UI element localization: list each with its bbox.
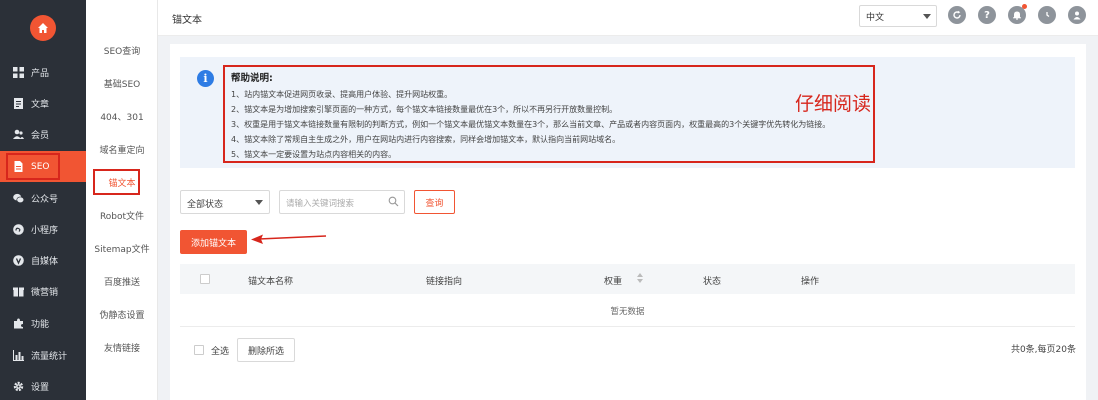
query-button[interactable]: 查询 — [414, 190, 455, 214]
annotation-highlight-box — [93, 169, 140, 195]
user-avatar-icon[interactable] — [1068, 6, 1086, 24]
status-filter-select[interactable]: 全部状态 — [180, 190, 270, 214]
document-icon — [14, 98, 23, 109]
main-sidebar: 产品 文章 会员 SEO 公众号 小程序 自媒体 微营销 功能 流量统计 设置 — [0, 0, 86, 400]
header-checkbox[interactable] — [200, 274, 210, 284]
sidebar-item-micro-marketing[interactable]: 微营销 — [0, 276, 86, 307]
annotation-read-carefully: 仔细阅读 — [795, 93, 872, 115]
column-actions: 操作 — [801, 277, 820, 287]
select-all-checkbox[interactable] — [194, 345, 204, 355]
language-value: 中文 — [866, 13, 885, 23]
chevron-down-icon — [923, 14, 931, 19]
empty-table-message: 暂无数据 — [180, 294, 1075, 327]
column-anchor-name: 锚文本名称 — [248, 277, 294, 287]
grid-icon — [13, 67, 24, 78]
submenu-item-baidu-push[interactable]: 百度推送 — [86, 275, 158, 288]
submenu-item-pseudo-static[interactable]: 伪静态设置 — [86, 308, 158, 321]
help-line: 1、站内锚文本促进网页收录、提高用户体验、提升网站权重。 — [231, 90, 453, 99]
help-title: 帮助说明: — [231, 73, 273, 84]
sidebar-item-official-account[interactable]: 公众号 — [0, 183, 86, 214]
sidebar-item-label: 功能 — [31, 320, 50, 330]
search-placeholder: 请输入关键词搜索 — [286, 199, 355, 209]
help-text-box: 帮助说明: 1、站内锚文本促进网页收录、提高用户体验、提升网站权重。 2、锚文本… — [223, 65, 875, 163]
help-icon[interactable]: ? — [978, 6, 996, 24]
sidebar-item-features[interactable]: 功能 — [0, 308, 86, 339]
status-filter-value: 全部状态 — [187, 200, 224, 210]
bar-chart-icon — [13, 350, 24, 361]
column-weight[interactable]: 权重 — [604, 274, 622, 287]
annotation-arrow-icon — [251, 234, 327, 244]
help-notice: i 帮助说明: 1、站内锚文本促进网页收录、提高用户体验、提升网站权重。 2、锚… — [180, 57, 1075, 168]
sidebar-item-self-media[interactable]: 自媒体 — [0, 245, 86, 276]
gear-icon — [13, 381, 24, 392]
column-status: 状态 — [703, 277, 722, 287]
sidebar-item-label: 设置 — [31, 383, 50, 393]
marketing-icon — [13, 287, 24, 297]
info-icon: i — [197, 70, 214, 87]
sidebar-item-label: 微营销 — [31, 288, 59, 298]
annotation-highlight-box — [6, 153, 60, 180]
sidebar-item-label: 文章 — [31, 100, 50, 110]
table-header: 锚文本名称 链接指向 权重 状态 操作 — [180, 264, 1075, 294]
top-bar: 锚文本 中文 ? — [158, 0, 1098, 36]
sidebar-item-miniprogram[interactable]: 小程序 — [0, 214, 86, 245]
wechat-icon — [13, 193, 24, 203]
keyword-search-input[interactable]: 请输入关键词搜索 — [279, 190, 405, 214]
submenu-item-friend-links[interactable]: 友情链接 — [86, 341, 158, 354]
sidebar-item-label: 产品 — [31, 69, 50, 79]
submenu-item-404-301[interactable]: 404、301 — [86, 110, 158, 123]
pagination-info: 共0条,每页20条 — [1010, 345, 1076, 355]
sidebar-item-seo[interactable]: SEO — [0, 151, 86, 182]
select-all-label[interactable]: 全选 — [211, 344, 229, 357]
page-title: 锚文本 — [172, 15, 202, 26]
sidebar-item-members[interactable]: 会员 — [0, 119, 86, 150]
help-line: 2、锚文本是为增加搜索引擎页面的一种方式，每个锚文本链接数量最优在3个，所以不再… — [231, 105, 618, 114]
column-link-target: 链接指向 — [426, 277, 463, 287]
main-content: i 帮助说明: 1、站内锚文本促进网页收录、提高用户体验、提升网站权重。 2、锚… — [170, 44, 1086, 400]
add-anchor-text-button[interactable]: 添加锚文本 — [180, 230, 247, 254]
language-select[interactable]: 中文 — [859, 5, 937, 27]
sidebar-item-label: 自媒体 — [31, 257, 59, 267]
users-icon — [13, 129, 24, 139]
sidebar-item-label: 会员 — [31, 131, 50, 141]
search-icon[interactable] — [388, 196, 399, 207]
submenu-item-seo-query[interactable]: SEO查询 — [86, 44, 158, 57]
submenu-item-sitemap-file[interactable]: Sitemap文件 — [86, 242, 158, 255]
sidebar-item-label: 公众号 — [31, 195, 59, 205]
submenu-item-robot-file[interactable]: Robot文件 — [86, 209, 158, 222]
help-line: 4、锚文本除了常规自主生成之外，用户在网站内进行内容搜索，同样会增加锚文本，默认… — [231, 135, 621, 144]
help-line: 3、权重是用于锚文本链接数量有限制的判断方式，例如一个锚文本最优锚文本数量在3个… — [231, 120, 831, 129]
home-logo-icon[interactable] — [30, 15, 56, 41]
sidebar-item-settings[interactable]: 设置 — [0, 371, 86, 400]
submenu-item-domain-redirect[interactable]: 域名重定向 — [86, 143, 158, 156]
sidebar-item-products[interactable]: 产品 — [0, 57, 86, 88]
notification-badge — [1022, 4, 1027, 9]
refresh-icon[interactable] — [948, 6, 966, 24]
help-line: 5、锚文本一定要设置为站点内容相关的内容。 — [231, 150, 397, 159]
seo-submenu: SEO查询 基础SEO 404、301 域名重定向 锚文本 Robot文件 Si… — [86, 0, 158, 400]
sort-icon[interactable] — [637, 273, 643, 283]
sidebar-item-articles[interactable]: 文章 — [0, 88, 86, 119]
sidebar-item-label: 流量统计 — [31, 352, 68, 362]
submenu-item-anchor-text[interactable]: 锚文本 — [86, 169, 158, 195]
sidebar-item-traffic-stats[interactable]: 流量统计 — [0, 340, 86, 371]
chevron-down-icon — [255, 200, 263, 205]
clock-icon[interactable] — [1038, 6, 1056, 24]
delete-selected-button[interactable]: 删除所选 — [237, 338, 295, 362]
submenu-item-basic-seo[interactable]: 基础SEO — [86, 77, 158, 90]
media-icon — [13, 255, 24, 266]
sidebar-item-label: 小程序 — [31, 226, 59, 236]
puzzle-icon — [14, 318, 23, 329]
notification-bell-icon[interactable] — [1008, 4, 1027, 24]
miniprogram-icon — [13, 224, 24, 235]
